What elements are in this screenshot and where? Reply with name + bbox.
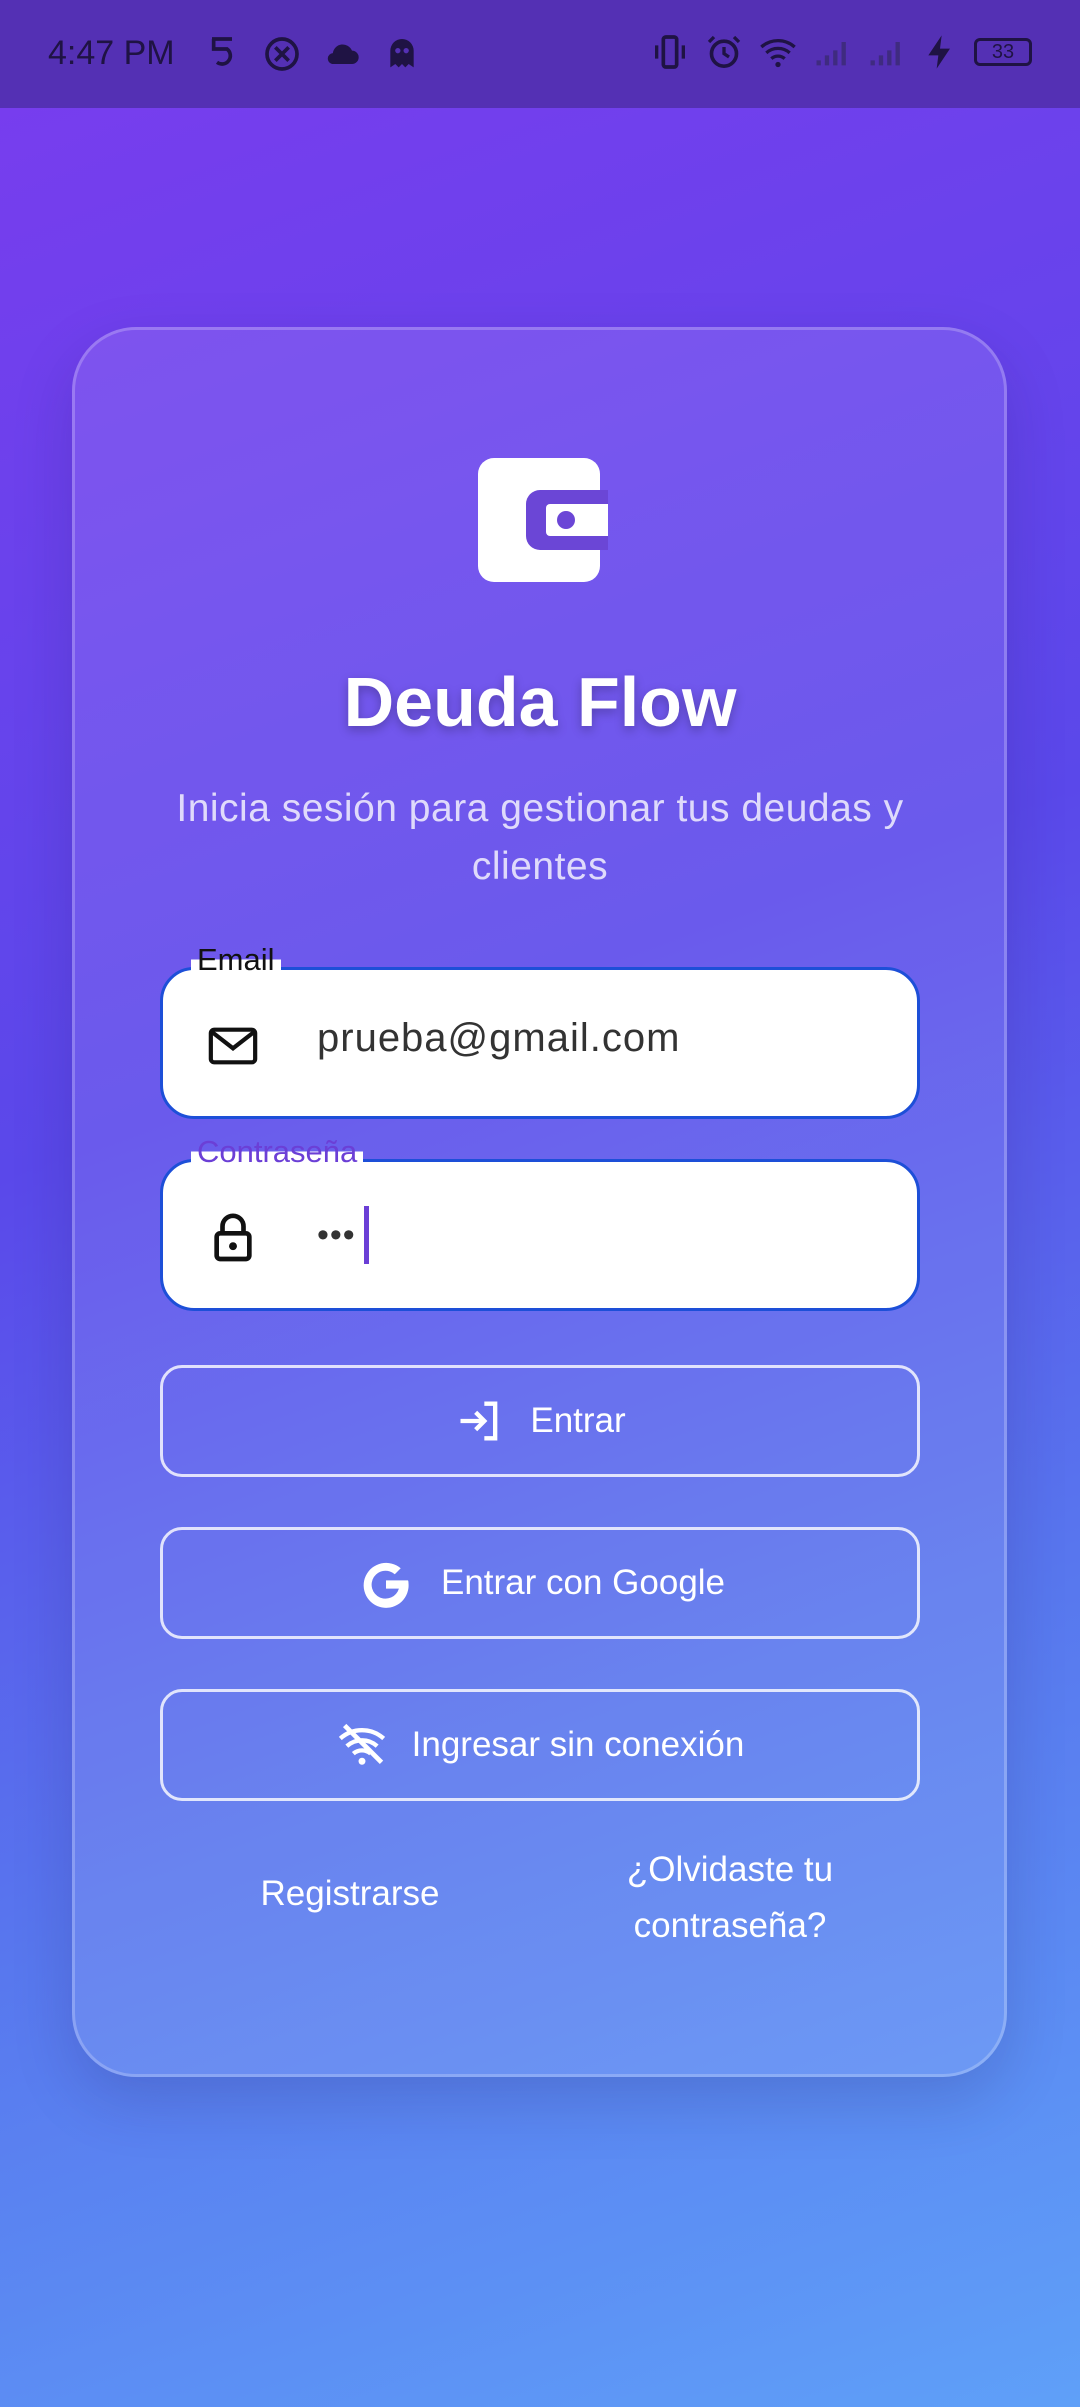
wifi-icon bbox=[760, 39, 796, 68]
signal-icon bbox=[870, 42, 900, 66]
charging-icon bbox=[928, 35, 950, 69]
email-field[interactable]: Email prueba@gmail.com bbox=[160, 942, 920, 1119]
alarm-icon bbox=[707, 35, 741, 68]
cloud-icon bbox=[327, 44, 359, 64]
ghost-icon bbox=[390, 39, 414, 68]
login-button[interactable]: Entrar bbox=[160, 1365, 920, 1477]
app-subtitle: Inicia sesión para gestionar tus deudas … bbox=[176, 787, 904, 888]
password-dots: ••• bbox=[317, 1215, 356, 1254]
offline-login-button[interactable]: Ingresar sin conexión bbox=[160, 1689, 920, 1801]
email-label: Email bbox=[191, 942, 281, 978]
close-circle-icon bbox=[265, 37, 299, 71]
offline-login-label: Ingresar sin conexión bbox=[411, 1725, 745, 1764]
signal-icon bbox=[816, 42, 846, 66]
email-input[interactable]: prueba@gmail.com bbox=[317, 1016, 680, 1061]
login-icon bbox=[460, 1401, 498, 1441]
login-label: Entrar bbox=[530, 1401, 626, 1440]
google-login-label: Entrar con Google bbox=[440, 1563, 726, 1602]
text-caret bbox=[363, 1206, 369, 1264]
wifi-off-icon bbox=[338, 1723, 385, 1765]
register-link[interactable]: Registrarse bbox=[230, 1866, 470, 1922]
vibrate-icon bbox=[655, 35, 685, 69]
password-input[interactable]: ••• bbox=[317, 1206, 369, 1264]
password-label: Contraseña bbox=[191, 1134, 364, 1170]
lock-icon bbox=[214, 1213, 252, 1262]
s-app-icon bbox=[211, 37, 233, 66]
battery-icon: 33 bbox=[974, 38, 1032, 66]
battery-level: 33 bbox=[991, 40, 1015, 63]
wallet-icon bbox=[478, 458, 608, 582]
password-field[interactable]: Contraseña ••• bbox=[160, 1134, 920, 1311]
google-icon bbox=[363, 1562, 409, 1608]
mail-icon bbox=[208, 1027, 258, 1065]
status-bar: 4:47 PM 33 bbox=[0, 0, 1080, 108]
google-login-button[interactable]: Entrar con Google bbox=[160, 1527, 920, 1639]
forgot-password-link[interactable]: ¿Olvidaste tu contraseña? bbox=[600, 1842, 860, 1954]
status-time: 4:47 PM bbox=[48, 34, 175, 72]
app-title: Deuda Flow bbox=[343, 663, 737, 741]
